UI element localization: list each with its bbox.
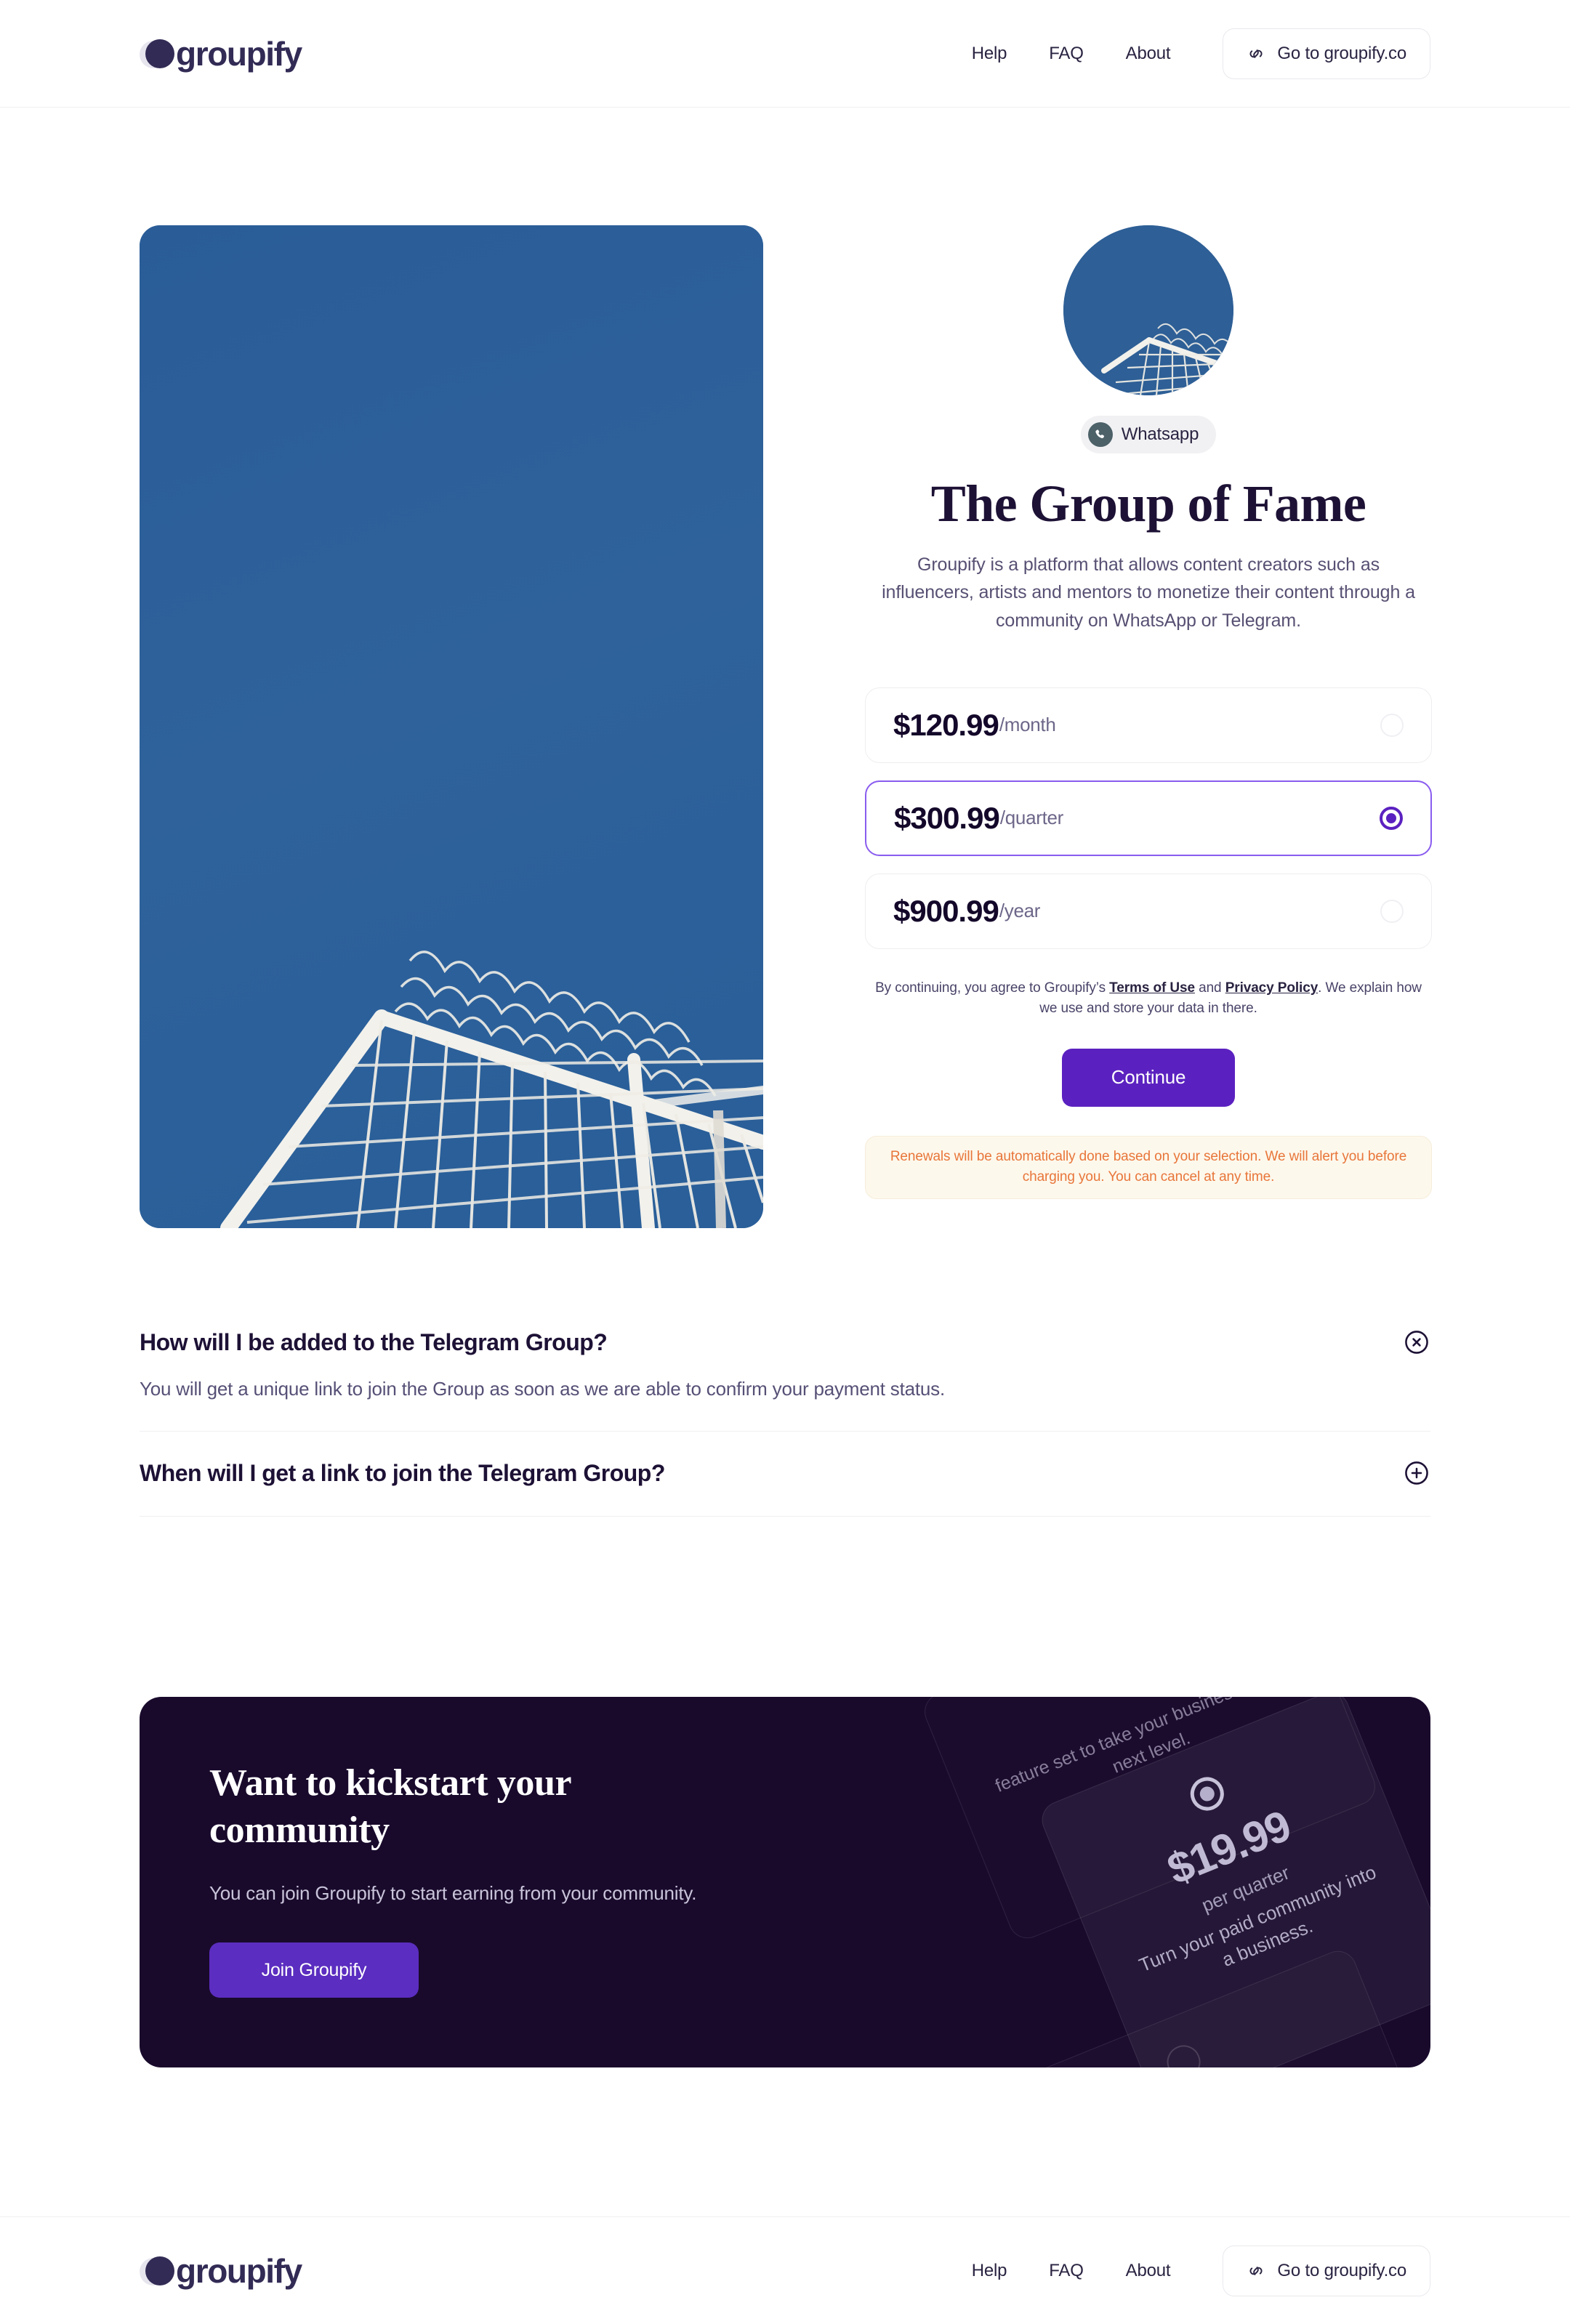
terms-middle: and bbox=[1194, 980, 1225, 996]
plan-radio[interactable] bbox=[1380, 713, 1404, 737]
plan-price: $900.99 bbox=[893, 893, 999, 928]
group-title: The Group of Fame bbox=[930, 475, 1366, 533]
page-root: groupify Help FAQ About Go to groupify.c… bbox=[0, 0, 1570, 2324]
plan-period: /year bbox=[999, 900, 1041, 922]
faq-divider bbox=[140, 1516, 1430, 1517]
groupify-logo-icon bbox=[140, 2254, 174, 2288]
plan-option-month[interactable]: $120.99 /month bbox=[865, 687, 1432, 763]
faq-item-expanded: How will I be added to the Telegram Grou… bbox=[140, 1301, 1430, 1432]
terms-prefix: By continuing, you agree to Groupify’s bbox=[875, 980, 1110, 996]
terms-of-use-link[interactable]: Terms of Use bbox=[1109, 980, 1195, 996]
cta-title: Want to kickstart your community bbox=[209, 1762, 571, 1851]
faq-section: How will I be added to the Telegram Grou… bbox=[140, 1301, 1430, 1517]
footer-nav-item-about[interactable]: About bbox=[1126, 2261, 1171, 2281]
decorative-radio-empty-icon bbox=[1162, 2040, 1206, 2067]
group-panel: Whatsapp The Group of Fame Groupify is a… bbox=[865, 225, 1432, 1199]
cta-body: You can join Groupify to start earning f… bbox=[209, 1882, 697, 1904]
plan-price: $300.99 bbox=[894, 800, 1000, 835]
go-to-groupify-button[interactable]: Go to groupify.co bbox=[1223, 28, 1430, 79]
plan-period: /month bbox=[999, 714, 1056, 736]
link-icon bbox=[1247, 44, 1265, 63]
plan-period: /quarter bbox=[999, 807, 1064, 829]
footer-nav: Help FAQ About Go to groupify.co bbox=[972, 2245, 1430, 2296]
footer-nav-item-faq[interactable]: FAQ bbox=[1049, 2261, 1084, 2281]
terms-text: By continuing, you agree to Groupify’s T… bbox=[869, 978, 1428, 1020]
hero-media bbox=[140, 225, 763, 1228]
footer-brand-logo[interactable]: groupify bbox=[140, 2248, 302, 2294]
go-to-groupify-label: Go to groupify.co bbox=[1277, 43, 1406, 63]
cta-banner: feature set to take your business to the… bbox=[140, 1697, 1430, 2067]
plan-list: $120.99 /month $300.99 /quarter $900.99 … bbox=[865, 687, 1432, 949]
brand-name: groupify bbox=[176, 34, 302, 73]
footer-go-to-groupify-label: Go to groupify.co bbox=[1277, 2260, 1406, 2280]
faq-question-row[interactable]: How will I be added to the Telegram Grou… bbox=[140, 1301, 1430, 1356]
plan-price: $120.99 bbox=[893, 707, 999, 742]
site-header: groupify Help FAQ About Go to groupify.c… bbox=[0, 0, 1570, 108]
groupify-logo-icon bbox=[140, 36, 174, 71]
footer-go-to-groupify-button[interactable]: Go to groupify.co bbox=[1223, 2245, 1430, 2296]
nav-item-faq[interactable]: FAQ bbox=[1049, 44, 1084, 64]
phone-icon bbox=[1087, 422, 1113, 447]
platform-label: Whatsapp bbox=[1121, 424, 1199, 444]
group-description: Groupify is a platform that allows conte… bbox=[882, 554, 1415, 632]
plan-radio-selected[interactable] bbox=[1380, 806, 1403, 830]
faq-answer: You will get a unique link to join the G… bbox=[140, 1378, 945, 1400]
brand-logo[interactable]: groupify bbox=[140, 31, 302, 77]
plan-option-quarter[interactable]: $300.99 /quarter bbox=[865, 780, 1432, 856]
platform-badge: Whatsapp bbox=[1080, 416, 1217, 453]
cta-content: Want to kickstart your community You can… bbox=[140, 1697, 765, 1998]
faq-question: How will I be added to the Telegram Grou… bbox=[140, 1328, 608, 1355]
footer-brand-name: groupify bbox=[176, 2251, 302, 2290]
link-icon bbox=[1247, 2262, 1265, 2280]
footer-nav-item-help[interactable]: Help bbox=[972, 2261, 1007, 2281]
faq-question-row[interactable]: When will I get a link to join the Teleg… bbox=[140, 1432, 1430, 1516]
group-avatar bbox=[1063, 225, 1233, 395]
plus-circle-icon[interactable] bbox=[1403, 1459, 1430, 1487]
plan-option-year[interactable]: $900.99 /year bbox=[865, 873, 1432, 949]
header-nav: Help FAQ About Go to groupify.co bbox=[972, 28, 1430, 79]
site-footer: groupify Help FAQ About Go to groupify.c… bbox=[0, 2216, 1570, 2324]
privacy-policy-link[interactable]: Privacy Policy bbox=[1225, 980, 1319, 996]
hero-photo bbox=[140, 225, 763, 1228]
continue-button[interactable]: Continue bbox=[1062, 1048, 1235, 1107]
nav-item-about[interactable]: About bbox=[1126, 44, 1171, 64]
close-circle-icon[interactable] bbox=[1403, 1328, 1430, 1356]
renewal-note: Renewals will be automatically done base… bbox=[865, 1135, 1432, 1199]
nav-item-help[interactable]: Help bbox=[972, 44, 1007, 64]
faq-question: When will I get a link to join the Teleg… bbox=[140, 1459, 665, 1486]
decorative-radio-icon bbox=[1185, 1772, 1229, 1816]
plan-radio[interactable] bbox=[1380, 899, 1404, 923]
faq-item-collapsed: When will I get a link to join the Teleg… bbox=[140, 1432, 1430, 1517]
join-groupify-button[interactable]: Join Groupify bbox=[209, 1942, 419, 1998]
